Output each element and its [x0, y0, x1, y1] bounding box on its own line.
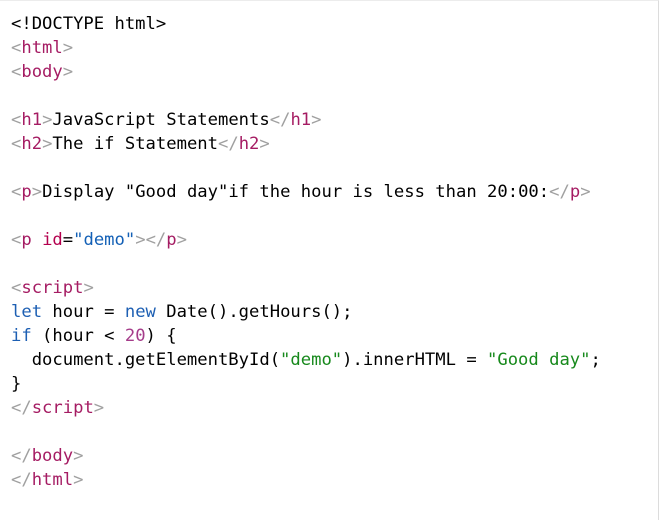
code-token: ></ [135, 230, 167, 250]
code-line: </body> [11, 444, 601, 468]
code-token: ).innerHTML = [342, 350, 488, 370]
code-token: < [11, 230, 22, 250]
code-token: "demo" [280, 350, 343, 370]
code-token: > [42, 134, 53, 154]
code-token: p [21, 182, 32, 202]
code-token: "demo" [73, 230, 136, 250]
code-block[interactable]: <!DOCTYPE html> <html> <body> <h1>JavaScri… [11, 12, 601, 492]
code-token: The if Statement [52, 134, 218, 154]
code-token: > [42, 110, 53, 130]
code-token: p [569, 182, 581, 202]
code-line: } [11, 372, 601, 396]
code-token: < [11, 110, 22, 130]
code-token: </ [11, 470, 32, 490]
code-token: > [31, 182, 43, 202]
code-token: < [11, 62, 22, 82]
code-token: </ [218, 134, 239, 154]
code-token: new [124, 302, 156, 322]
code-token: p [21, 230, 32, 250]
code-token: ; [590, 350, 601, 370]
code-token: 20 [124, 326, 146, 346]
code-token: html [21, 38, 63, 58]
code-token: script [21, 278, 84, 298]
code-token: Date().getHours(); [155, 302, 353, 322]
code-token: script [31, 398, 94, 418]
code-token: </ [11, 398, 32, 418]
code-token: ) { [145, 326, 177, 346]
code-token: (hour < [31, 326, 125, 346]
code-token: id [42, 230, 63, 250]
code-token: html [31, 470, 74, 490]
code-token: h2 [238, 134, 260, 154]
code-editor[interactable]: <!DOCTYPE html> <html> <body> <h1>JavaScri… [0, 0, 659, 520]
code-token: "Good day" [487, 350, 591, 370]
code-token: < [11, 182, 22, 202]
code-line: <html> [11, 36, 601, 60]
code-token: Display "Good day"if the hour is less th… [42, 182, 550, 202]
code-token: body [31, 446, 74, 466]
code-token: </ [11, 446, 32, 466]
code-token: h1 [290, 110, 312, 130]
code-token: > [73, 446, 84, 466]
code-token: } [11, 374, 22, 394]
code-token: h2 [21, 134, 43, 154]
code-line: <p id="demo"></p> [11, 228, 601, 252]
code-token: > [83, 278, 94, 298]
code-token: < [11, 134, 22, 154]
code-token: > [176, 230, 187, 250]
code-token: hour = [42, 302, 125, 322]
code-line: <p>Display "Good day"if the hour is less… [11, 180, 601, 204]
code-token: > [73, 470, 84, 490]
code-token: if [11, 326, 32, 346]
code-token: > [62, 38, 74, 58]
code-token: > [62, 62, 74, 82]
code-token: > [93, 398, 105, 418]
code-line: <body> [11, 60, 601, 84]
code-token: > [311, 110, 322, 130]
code-line: <h2>The if Statement</h2> [11, 132, 601, 156]
code-token: > [259, 134, 270, 154]
code-line: document.getElementById("demo").innerHTM… [11, 348, 601, 372]
code-token: > [580, 182, 591, 202]
code-token: < [11, 278, 22, 298]
code-token: let [11, 302, 43, 322]
code-line: <!DOCTYPE html> [11, 12, 601, 36]
code-line: if (hour < 20) { [11, 324, 601, 348]
code-line: let hour = new Date().getHours(); [11, 300, 601, 324]
code-token: h1 [21, 110, 43, 130]
code-token: JavaScript Statements [52, 110, 270, 130]
code-token: </ [549, 182, 570, 202]
code-token: </ [269, 110, 291, 130]
code-line: <script> [11, 276, 601, 300]
code-token: < [11, 38, 22, 58]
code-line: </html> [11, 468, 601, 492]
code-token: body [21, 62, 63, 82]
code-token: p [166, 230, 177, 250]
code-token: document.getElementById( [11, 350, 281, 370]
code-token: <!DOCTYPE html> [11, 14, 167, 34]
code-line: </script> [11, 396, 601, 420]
code-line: <h1>JavaScript Statements</h1> [11, 108, 601, 132]
code-token: = [62, 230, 74, 250]
